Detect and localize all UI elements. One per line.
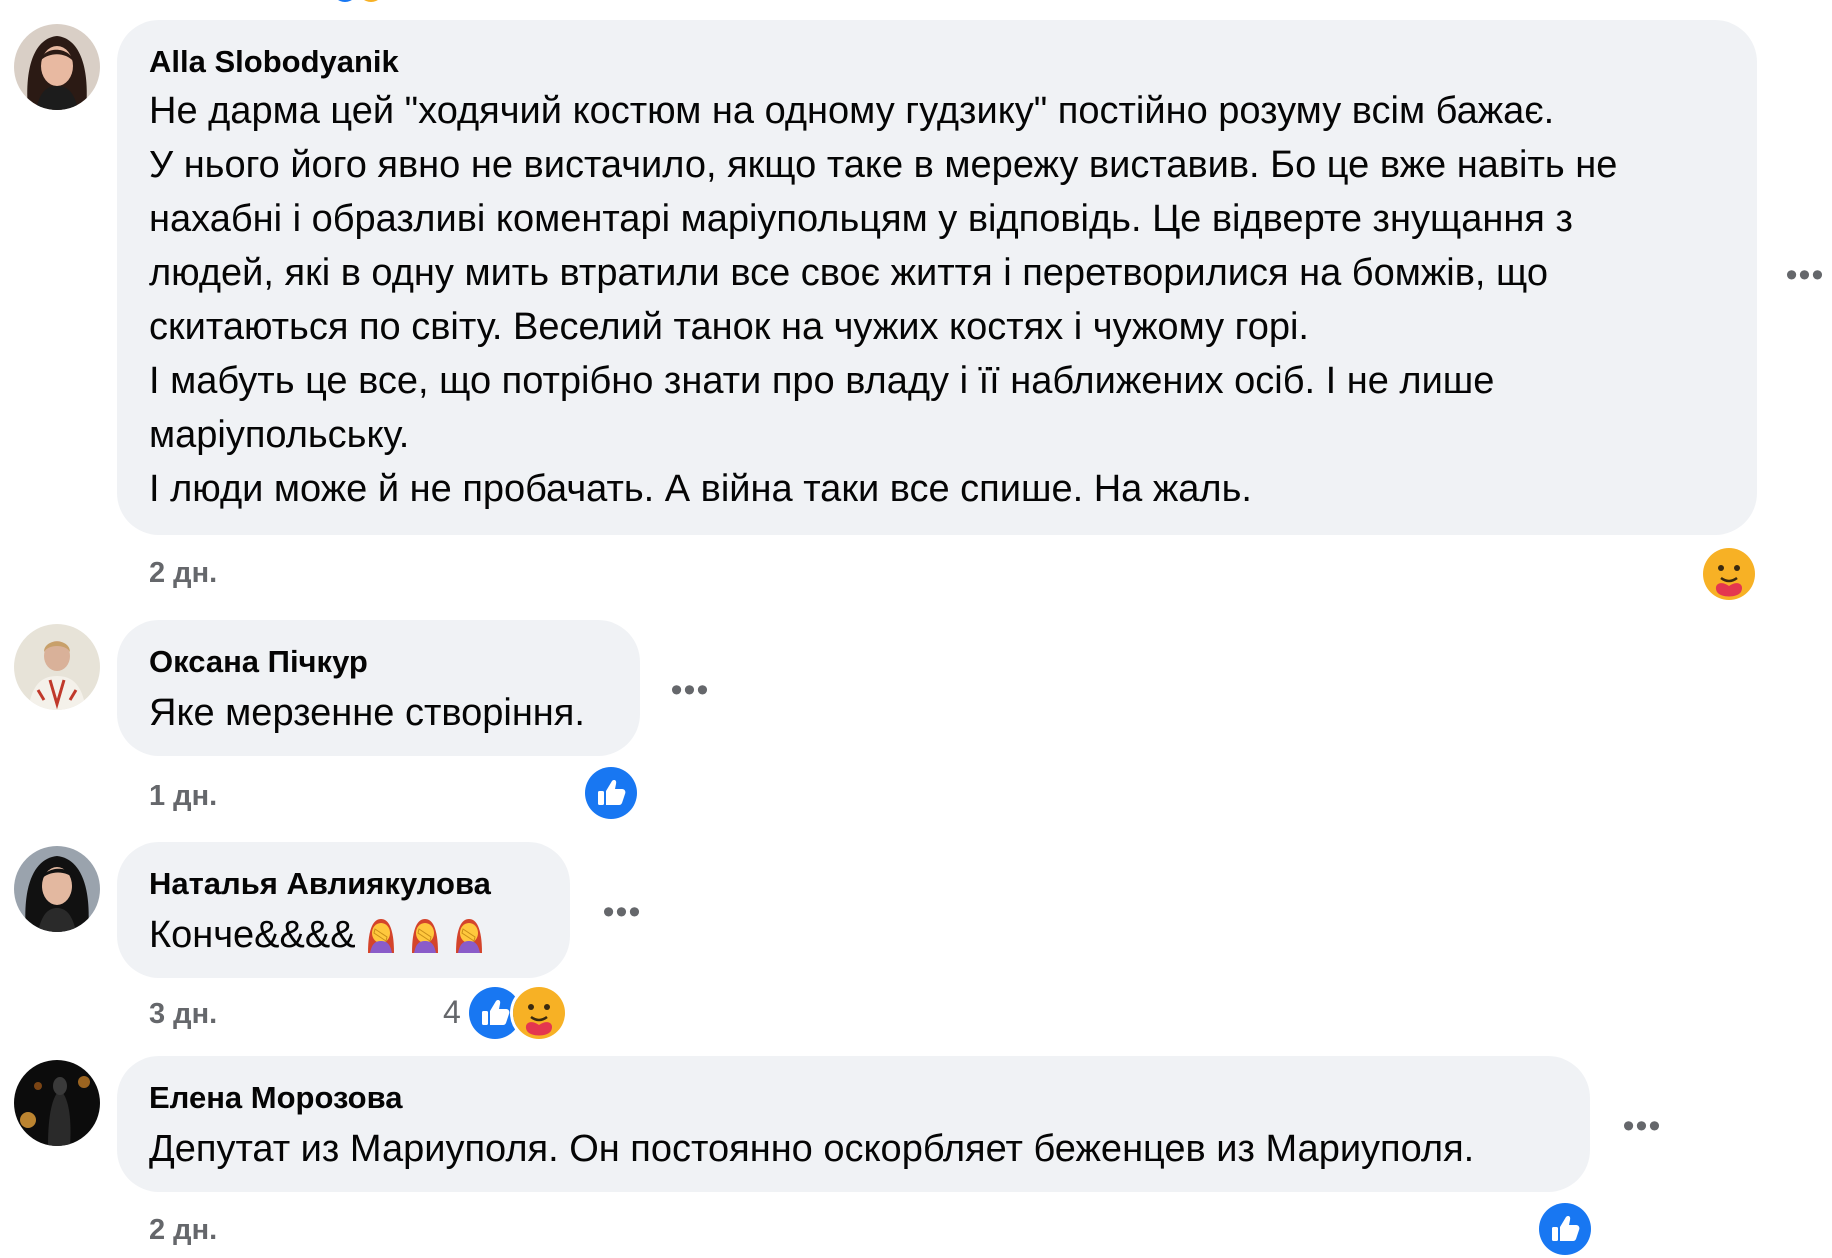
like-icon[interactable] — [1536, 1200, 1594, 1258]
avatar[interactable] — [14, 624, 100, 710]
previous-comment-reactions[interactable] — [332, 0, 392, 2]
comment-bubble: Наталья Авлиякулова Конче&&&& — [117, 842, 570, 978]
care-icon[interactable] — [510, 984, 568, 1042]
comment-line: маріупольську. — [149, 414, 410, 456]
comment-author[interactable]: Елена Морозова — [149, 1078, 1558, 1118]
like-icon — [332, 0, 358, 2]
comment-line: Не дарма цей "ходячий костюм на одному г… — [149, 90, 1555, 132]
comment-timestamp[interactable]: 3 дн. — [149, 998, 217, 1031]
comment-author[interactable]: Оксана Пічкур — [149, 642, 608, 682]
woman-facepalming-icon — [406, 915, 444, 953]
more-options-button[interactable]: ••• — [670, 673, 710, 720]
comment-line: І мабуть це все, що потрібно знати про в… — [149, 360, 1495, 402]
comment-timestamp[interactable]: 2 дн. — [149, 1214, 217, 1247]
more-options-button[interactable]: ••• — [1785, 258, 1825, 305]
more-options-button[interactable]: ••• — [602, 895, 642, 942]
comment-line: І люди може й не пробачать. А війна таки… — [149, 468, 1252, 510]
comment-author[interactable]: Наталья Авлиякулова — [149, 864, 538, 904]
comment-author[interactable]: Alla Slobodyanik — [149, 42, 1725, 82]
care-icon — [358, 0, 384, 2]
avatar[interactable] — [14, 846, 100, 932]
comment-line: Конче&&&& — [149, 914, 356, 956]
comment-line: У нього його явно не вистачило, якщо так… — [149, 144, 1618, 186]
woman-facepalming-icon — [362, 915, 400, 953]
avatar[interactable] — [14, 24, 100, 110]
comment-line: людей, які в одну мить втратили все своє… — [149, 252, 1548, 294]
comment-bubble: Елена Морозова Депутат из Мариуполя. Он … — [117, 1056, 1590, 1192]
comment-bubble: Оксана Пічкур Яке мерзенне створіння. — [117, 620, 640, 756]
comment-line: Депутат из Мариуполя. Он постоянно оскор… — [149, 1128, 1475, 1170]
comment-timestamp[interactable]: 1 дн. — [149, 780, 217, 813]
like-icon[interactable] — [582, 764, 640, 822]
comment-text: Яке мерзенне створіння. — [149, 686, 608, 740]
more-options-button[interactable]: ••• — [1622, 1109, 1662, 1156]
comment-line: нахабні і образливі коментарі маріупольц… — [149, 198, 1573, 240]
comment-text: Конче&&&& — [149, 908, 538, 962]
comment-line: Яке мерзенне створіння. — [149, 692, 585, 734]
reaction-count[interactable]: 4 — [443, 994, 461, 1031]
comment-text: Депутат из Мариуполя. Он постоянно оскор… — [149, 1122, 1558, 1176]
comment-text: Не дарма цей "ходячий костюм на одному г… — [149, 84, 1725, 516]
comment-timestamp[interactable]: 2 дн. — [149, 557, 217, 590]
woman-facepalming-icon — [450, 915, 488, 953]
comment-bubble: Alla Slobodyanik Не дарма цей "ходячий к… — [117, 20, 1757, 535]
comment-line: скитаються по світу. Веселий танок на чу… — [149, 306, 1309, 348]
avatar[interactable] — [14, 1060, 100, 1146]
care-icon[interactable] — [1700, 545, 1758, 603]
